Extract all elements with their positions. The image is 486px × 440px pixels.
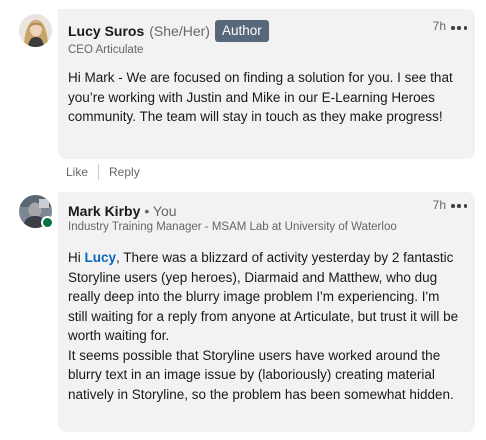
comment-time: 7h [432, 198, 446, 212]
comment-bubble: Mark Kirby • You Industry Training Manag… [58, 192, 475, 432]
comment-mark: Mark Kirby • You Industry Training Manag… [0, 186, 486, 440]
comment-bubble: Lucy Suros (She/Her) Author CEO Articula… [58, 9, 475, 159]
comment-body-text: Hi Mark - We are focused on finding a so… [68, 70, 453, 124]
comment-body: Hi Mark - We are focused on finding a so… [68, 68, 460, 127]
like-button[interactable]: Like [66, 165, 88, 179]
reply-button[interactable]: Reply [109, 165, 140, 179]
more-options-icon[interactable] [451, 21, 467, 35]
avatar[interactable] [19, 14, 52, 47]
comment-actions: Like Reply [66, 163, 140, 181]
mention-link[interactable]: Lucy [85, 250, 117, 265]
author-name[interactable]: Mark Kirby [68, 203, 140, 219]
action-divider [98, 164, 100, 180]
greeting: Hi [68, 250, 85, 265]
comment-header: Lucy Suros (She/Her) Author [68, 20, 269, 42]
comment-body-para-1: Hi Lucy, There was a blizzard of activit… [68, 248, 460, 346]
author-name[interactable]: Lucy Suros [68, 23, 144, 39]
online-status-icon [41, 216, 54, 229]
comment-time: 7h [432, 19, 446, 33]
author-badge: Author [214, 20, 269, 42]
comment-header: Mark Kirby • You [68, 200, 177, 222]
comment-body: Hi Lucy, There was a blizzard of activit… [68, 248, 460, 404]
author-headline: Industry Training Manager - MSAM Lab at … [68, 221, 397, 233]
comment-body-para-2: It seems possible that Storyline users h… [68, 347, 454, 402]
author-headline: CEO Articulate [68, 44, 144, 56]
comments-feed: Lucy Suros (She/Her) Author CEO Articula… [0, 0, 486, 440]
more-options-icon[interactable] [451, 199, 467, 213]
comment-lucy: Lucy Suros (She/Her) Author CEO Articula… [0, 0, 486, 190]
author-pronouns: (She/Her) [149, 23, 210, 39]
you-tag: • You [144, 203, 177, 219]
body-text-rest: , There was a blizzard of activity yeste… [68, 250, 459, 343]
